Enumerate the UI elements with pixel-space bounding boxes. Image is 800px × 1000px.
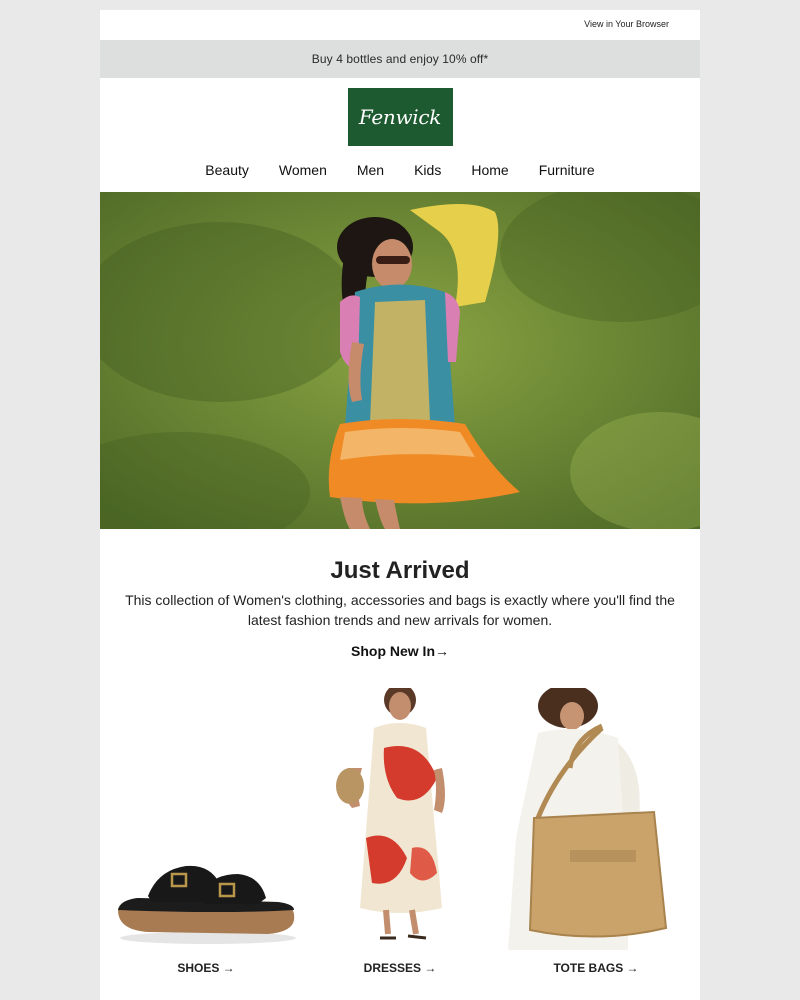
main-nav: Beauty Women Men Kids Home Furniture — [100, 154, 700, 192]
nav-item-kids[interactable]: Kids — [399, 154, 456, 178]
shoes-image[interactable] — [108, 688, 304, 950]
intro-section: Just Arrived This collection of Women's … — [100, 529, 700, 661]
shop-new-in-link[interactable]: Shop New In→ — [351, 643, 449, 659]
promo-banner[interactable]: Buy 4 bottles and enjoy 10% off* — [100, 40, 700, 78]
nav-item-women[interactable]: Women — [264, 154, 342, 178]
nav-item-home[interactable]: Home — [456, 154, 523, 178]
view-in-browser-link[interactable]: View in Your Browser — [584, 19, 669, 29]
product-card-tote-bags[interactable]: TOTE BAGS → — [498, 688, 694, 975]
nav-item-beauty[interactable]: Beauty — [190, 154, 264, 178]
tote-bags-image[interactable] — [498, 688, 694, 950]
dresses-image[interactable] — [302, 688, 498, 950]
fenwick-logo[interactable]: Fenwick — [347, 88, 453, 146]
nav-item-men[interactable]: Men — [342, 154, 399, 178]
logo-area: Fenwick — [100, 78, 700, 154]
dress-illustration — [302, 688, 498, 950]
dresses-link[interactable]: DRESSES → — [302, 961, 498, 975]
hero-illustration — [100, 192, 700, 529]
hero-image[interactable] — [100, 192, 700, 529]
product-grid: SHOES → DRESSES → TOTE BAGS → — [100, 688, 700, 988]
shoes-link[interactable]: SHOES → — [108, 961, 304, 975]
top-bar: View in Your Browser — [100, 10, 700, 40]
intro-description: This collection of Women's clothing, acc… — [125, 592, 675, 628]
sandal-illustration — [108, 688, 304, 950]
headline: Just Arrived — [330, 557, 470, 584]
tote-illustration — [498, 688, 694, 950]
product-card-shoes[interactable]: SHOES → — [108, 688, 304, 975]
product-card-dresses[interactable]: DRESSES → — [302, 688, 498, 975]
logo-text: Fenwick — [358, 105, 442, 129]
tote-bags-link[interactable]: TOTE BAGS → — [498, 961, 694, 975]
email-container: View in Your Browser Buy 4 bottles and e… — [100, 10, 700, 1000]
promo-text: Buy 4 bottles and enjoy 10% off* — [311, 52, 489, 66]
nav-item-furniture[interactable]: Furniture — [524, 154, 610, 178]
